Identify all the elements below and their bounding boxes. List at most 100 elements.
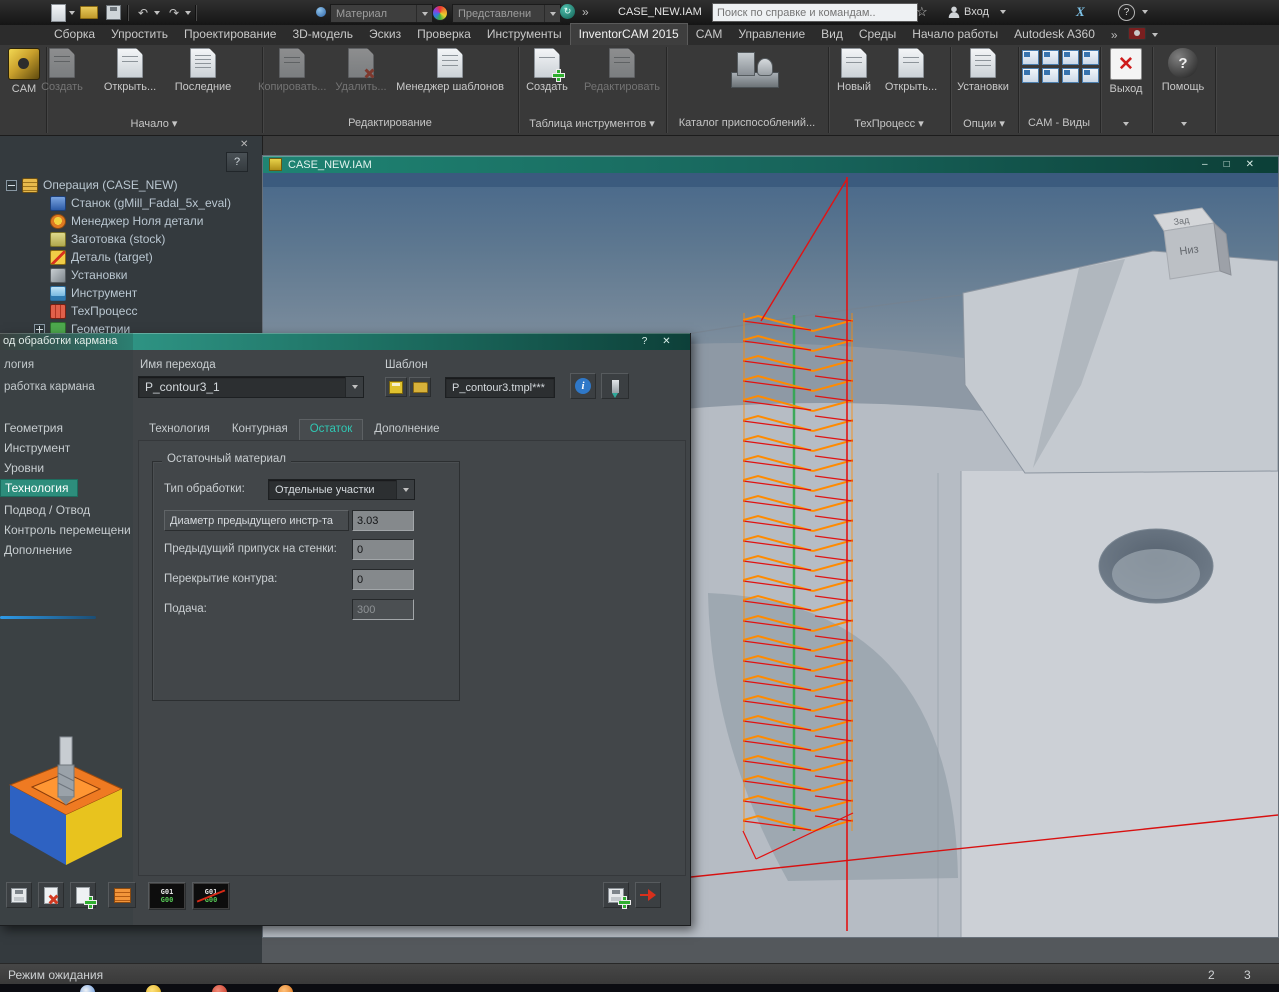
undo-dropdown-icon[interactable] <box>154 10 160 15</box>
tool-table-create-button[interactable]: Создать <box>518 48 576 93</box>
view-right-icon[interactable] <box>1082 50 1099 65</box>
help-search-input[interactable] <box>712 3 918 22</box>
view-back-icon[interactable] <box>1022 68 1039 83</box>
view-left-icon[interactable] <box>1042 68 1059 83</box>
tab-inspect[interactable]: Проверка <box>409 24 479 45</box>
machining-type-combo[interactable]: Отдельные участки <box>268 479 415 500</box>
view-top-icon[interactable] <box>1042 50 1059 65</box>
tree-item-stock[interactable]: Заготовка (stock) <box>50 230 165 248</box>
feed-input[interactable]: 300 <box>352 599 414 620</box>
save-icon[interactable] <box>103 3 123 23</box>
tree-item-zero-manager[interactable]: Менеджер Ноля детали <box>50 212 203 230</box>
chevron-down-icon[interactable] <box>396 480 414 499</box>
tree-item-operation[interactable]: Операция (CASE_NEW) <box>6 176 178 194</box>
taskbar-browser-icon[interactable] <box>80 985 95 992</box>
exit-dialog-button[interactable] <box>635 882 661 908</box>
tab-simplify[interactable]: Упростить <box>103 24 176 45</box>
remove-operation-button[interactable] <box>38 882 64 908</box>
panel-expand-help-icon[interactable] <box>1152 117 1215 129</box>
help-dropdown-icon[interactable] <box>1142 10 1148 14</box>
nav-item-misc[interactable]: Дополнение <box>0 541 80 559</box>
prev-tool-diameter-input[interactable]: 3.03 <box>352 510 414 531</box>
tab-environments[interactable]: Среды <box>851 24 904 45</box>
transition-name-combo[interactable]: P_contour3_1 <box>138 376 364 398</box>
options-settings-button[interactable]: Установки <box>950 48 1016 93</box>
minimize-icon[interactable]: – <box>1202 159 1208 170</box>
tab-a360[interactable]: Autodesk A360 <box>1006 24 1103 45</box>
tree-item-process[interactable]: ТехПроцесс <box>50 302 137 320</box>
close-icon[interactable]: ✕ <box>1246 159 1254 170</box>
redo-dropdown-icon[interactable] <box>185 10 191 15</box>
redo-icon[interactable]: ↷ <box>164 3 184 23</box>
dialog-tab-contour[interactable]: Контурная <box>221 419 299 440</box>
panel-label-process[interactable]: ТехПроцесс ▾ <box>828 117 950 130</box>
tab-sketch[interactable]: Эскиз <box>361 24 409 45</box>
exit-button[interactable]: ✕ Выход <box>1102 48 1150 95</box>
viewport-titlebar[interactable]: CASE_NEW.IAM – □ ✕ <box>263 156 1278 173</box>
exchange-apps-icon[interactable]: X <box>1076 4 1085 20</box>
gcode-button[interactable]: G01 G00 <box>148 882 186 910</box>
open-icon[interactable] <box>79 3 99 23</box>
tab-manage[interactable]: Управление <box>730 24 813 45</box>
view-front-icon[interactable] <box>1062 50 1079 65</box>
ribbon-options-dropdown-icon[interactable] <box>1151 33 1158 37</box>
new-document-icon[interactable] <box>48 3 68 23</box>
fixture-catalog-button[interactable] <box>722 48 786 92</box>
chevron-down-icon[interactable] <box>544 5 560 22</box>
view-bottom-icon[interactable] <box>1062 68 1079 83</box>
tab-design[interactable]: Проектирование <box>176 24 285 45</box>
edit-copy-button[interactable]: Копировать... <box>258 48 326 93</box>
taskbar-media-icon[interactable] <box>212 985 227 992</box>
tree-item-machine[interactable]: Станок (gMill_Fadal_5x_eval) <box>50 194 231 212</box>
appearance-wheel-icon[interactable] <box>432 5 448 21</box>
template-open-button[interactable] <box>409 377 431 397</box>
tree-item-tool[interactable]: Инструмент <box>50 284 137 302</box>
representation-combo[interactable]: Представлени <box>452 4 561 23</box>
tool-table-edit-button[interactable]: Редактировать <box>582 48 662 93</box>
panel-label-cam-views[interactable]: CAM - Виды <box>1018 117 1100 129</box>
process-new-button[interactable]: Новый <box>830 48 878 93</box>
add-operation-button[interactable] <box>70 882 97 909</box>
tab-view[interactable]: Вид <box>813 24 851 45</box>
nav-item-lead-in-out[interactable]: Подвод / Отвод <box>0 501 98 519</box>
start-create-button[interactable]: Создать <box>34 48 90 93</box>
signin-label[interactable]: Вход <box>964 6 989 18</box>
signin-person-icon[interactable] <box>948 6 960 18</box>
panel-label-options[interactable]: Опции ▾ <box>950 117 1018 130</box>
dialog-titlebar[interactable] <box>133 333 690 350</box>
panel-expand-exit-icon[interactable] <box>1100 117 1152 129</box>
material-combo[interactable]: Материал <box>330 4 433 23</box>
dialog-title[interactable]: од обработки кармана <box>0 333 133 350</box>
help-circle-icon[interactable]: ? <box>1118 4 1135 21</box>
tab-scroll-icon[interactable]: » <box>1111 28 1118 45</box>
dialog-tab-rest[interactable]: Остаток <box>298 419 364 441</box>
template-save-button[interactable] <box>385 377 407 397</box>
panel-close-icon[interactable]: ✕ <box>240 139 248 150</box>
refresh-icon[interactable]: ↻ <box>560 4 575 19</box>
panel-label-start[interactable]: Начало ▾ <box>46 117 262 130</box>
collapse-icon[interactable] <box>6 179 17 191</box>
tab-get-started[interactable]: Начало работы <box>904 24 1006 45</box>
chevron-down-icon[interactable] <box>345 377 363 397</box>
nav-item-geometry[interactable]: Геометрия <box>0 419 71 437</box>
process-open-button[interactable]: Открыть... <box>882 48 940 93</box>
tool-preview-button[interactable] <box>601 373 629 399</box>
dialog-tab-technology[interactable]: Технология <box>138 419 221 440</box>
template-field[interactable]: P_contour3.tmpl*** <box>445 377 555 398</box>
contour-overlap-input[interactable]: 0 <box>352 569 414 590</box>
new-document-dropdown-icon[interactable] <box>69 10 75 15</box>
nav-item-motion-control[interactable]: Контроль перемещени <box>0 521 133 539</box>
taskbar-folder-icon[interactable] <box>146 985 161 992</box>
tab-inventorcam[interactable]: InventorCAM 2015 <box>569 23 688 45</box>
tab-assembly[interactable]: Сборка <box>46 24 103 45</box>
start-recent-button[interactable]: Последние <box>170 48 236 93</box>
panel-label-tool-table[interactable]: Таблица инструментов ▾ <box>518 117 666 130</box>
view-home-icon[interactable] <box>1082 68 1099 83</box>
view-iso-icon[interactable] <box>1022 50 1039 65</box>
template-manager-button[interactable]: Менеджер шаблонов <box>392 48 508 93</box>
undo-icon[interactable]: ↶ <box>133 3 153 23</box>
start-open-button[interactable]: Открыть... <box>102 48 158 93</box>
nav-item-technology[interactable]: Технология <box>0 479 78 497</box>
dialog-help-icon[interactable]: ? <box>638 335 651 348</box>
nav-item-levels[interactable]: Уровни <box>0 459 52 477</box>
